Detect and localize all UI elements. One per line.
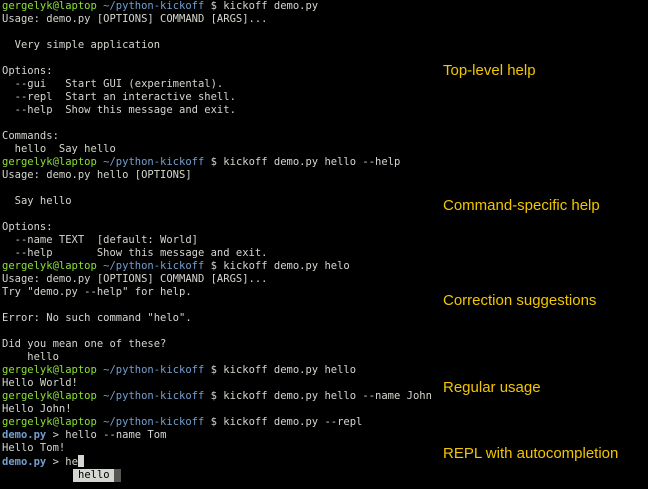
- output-line: hello Say hello: [2, 143, 116, 155]
- prompt-symbol: $: [210, 416, 217, 428]
- annotation-regular-usage: Regular usage: [443, 379, 541, 396]
- output-line: Hello Tom!: [2, 442, 66, 454]
- output-line: hello: [2, 351, 59, 363]
- shell-command: kickoff demo.py helo: [223, 260, 350, 272]
- output-line: --repl Start an interactive shell.: [2, 91, 236, 103]
- prompt-user: gergelyk@laptop: [2, 156, 97, 168]
- output-line: --help Show this message and exit.: [2, 104, 236, 116]
- text-cursor: [77, 455, 84, 467]
- prompt-path: ~/python-kickoff: [103, 364, 205, 376]
- output-line: Usage: demo.py [OPTIONS] COMMAND [ARGS].…: [2, 273, 268, 285]
- prompt-path: ~/python-kickoff: [103, 260, 205, 272]
- prompt-user: gergelyk@laptop: [2, 416, 97, 428]
- output-line: Commands:: [2, 130, 59, 142]
- autocomplete-suggestion[interactable]: hello: [73, 469, 116, 482]
- output-line: --gui Start GUI (experimental).: [2, 78, 224, 90]
- shell-prompt-line: gergelyk@laptop ~/python-kickoff $ kicko…: [2, 390, 432, 403]
- prompt-symbol: $: [210, 260, 217, 272]
- repl-prompt: demo.py: [2, 429, 47, 441]
- shell-command: kickoff demo.py hello --help: [223, 156, 401, 168]
- shell-prompt-line: gergelyk@laptop ~/python-kickoff $ kicko…: [2, 156, 432, 169]
- shell-command: kickoff demo.py hello --name John: [223, 390, 432, 402]
- output-line: Say hello: [2, 195, 72, 207]
- shell-prompt-line: gergelyk@laptop ~/python-kickoff $ kicko…: [2, 260, 432, 273]
- annotation-correction: Correction suggestions: [443, 292, 597, 309]
- prompt-user: gergelyk@laptop: [2, 0, 97, 12]
- shell-prompt-line: gergelyk@laptop ~/python-kickoff $ kicko…: [2, 416, 432, 429]
- repl-prompt: demo.py: [2, 456, 47, 468]
- output-line: --name TEXT [default: World]: [2, 234, 198, 246]
- output-line: Did you mean one of these?: [2, 338, 167, 350]
- autocomplete-suggestion-label: hello: [78, 469, 110, 481]
- repl-input-line: demo.py > hello --name Tom: [2, 429, 432, 442]
- repl-input: hello --name Tom: [65, 429, 167, 441]
- terminal-output[interactable]: gergelyk@laptop ~/python-kickoff $ kicko…: [2, 0, 432, 468]
- shell-command: kickoff demo.py --repl: [223, 416, 363, 428]
- output-line: Hello John!: [2, 403, 72, 415]
- prompt-symbol: $: [210, 390, 217, 402]
- shell-prompt-line: gergelyk@laptop ~/python-kickoff $ kicko…: [2, 364, 432, 377]
- prompt-path: ~/python-kickoff: [103, 156, 205, 168]
- output-line: Try "demo.py --help" for help.: [2, 286, 192, 298]
- shell-prompt-line: gergelyk@laptop ~/python-kickoff $ kicko…: [2, 0, 432, 13]
- prompt-path: ~/python-kickoff: [103, 390, 205, 402]
- output-line: --help Show this message and exit.: [2, 247, 268, 259]
- shell-command: kickoff demo.py: [223, 0, 319, 12]
- annotation-command-help: Command-specific help: [443, 197, 600, 214]
- repl-marker: >: [52, 429, 59, 441]
- prompt-symbol: $: [210, 364, 217, 376]
- output-line: Error: No such command "helo".: [2, 312, 192, 324]
- prompt-path: ~/python-kickoff: [103, 416, 205, 428]
- output-line: Usage: demo.py hello [OPTIONS]: [2, 169, 192, 181]
- repl-input-line: demo.py > he: [2, 455, 432, 468]
- output-line: Hello World!: [2, 377, 78, 389]
- prompt-user: gergelyk@laptop: [2, 364, 97, 376]
- prompt-symbol: $: [210, 156, 217, 168]
- repl-input[interactable]: he: [65, 456, 78, 468]
- prompt-user: gergelyk@laptop: [2, 260, 97, 272]
- output-line: Very simple application: [2, 39, 161, 51]
- autocomplete-scrollbar[interactable]: [114, 469, 121, 482]
- shell-command: kickoff demo.py hello: [223, 364, 357, 376]
- annotation-top-level-help: Top-level help: [443, 62, 536, 79]
- repl-marker: >: [52, 456, 59, 468]
- annotation-repl: REPL with autocompletion: [443, 445, 619, 462]
- output-line: Options:: [2, 221, 53, 233]
- output-line: Usage: demo.py [OPTIONS] COMMAND [ARGS].…: [2, 13, 268, 25]
- prompt-path: ~/python-kickoff: [103, 0, 205, 12]
- output-line: Options:: [2, 65, 53, 77]
- prompt-user: gergelyk@laptop: [2, 390, 97, 402]
- prompt-symbol: $: [210, 0, 217, 12]
